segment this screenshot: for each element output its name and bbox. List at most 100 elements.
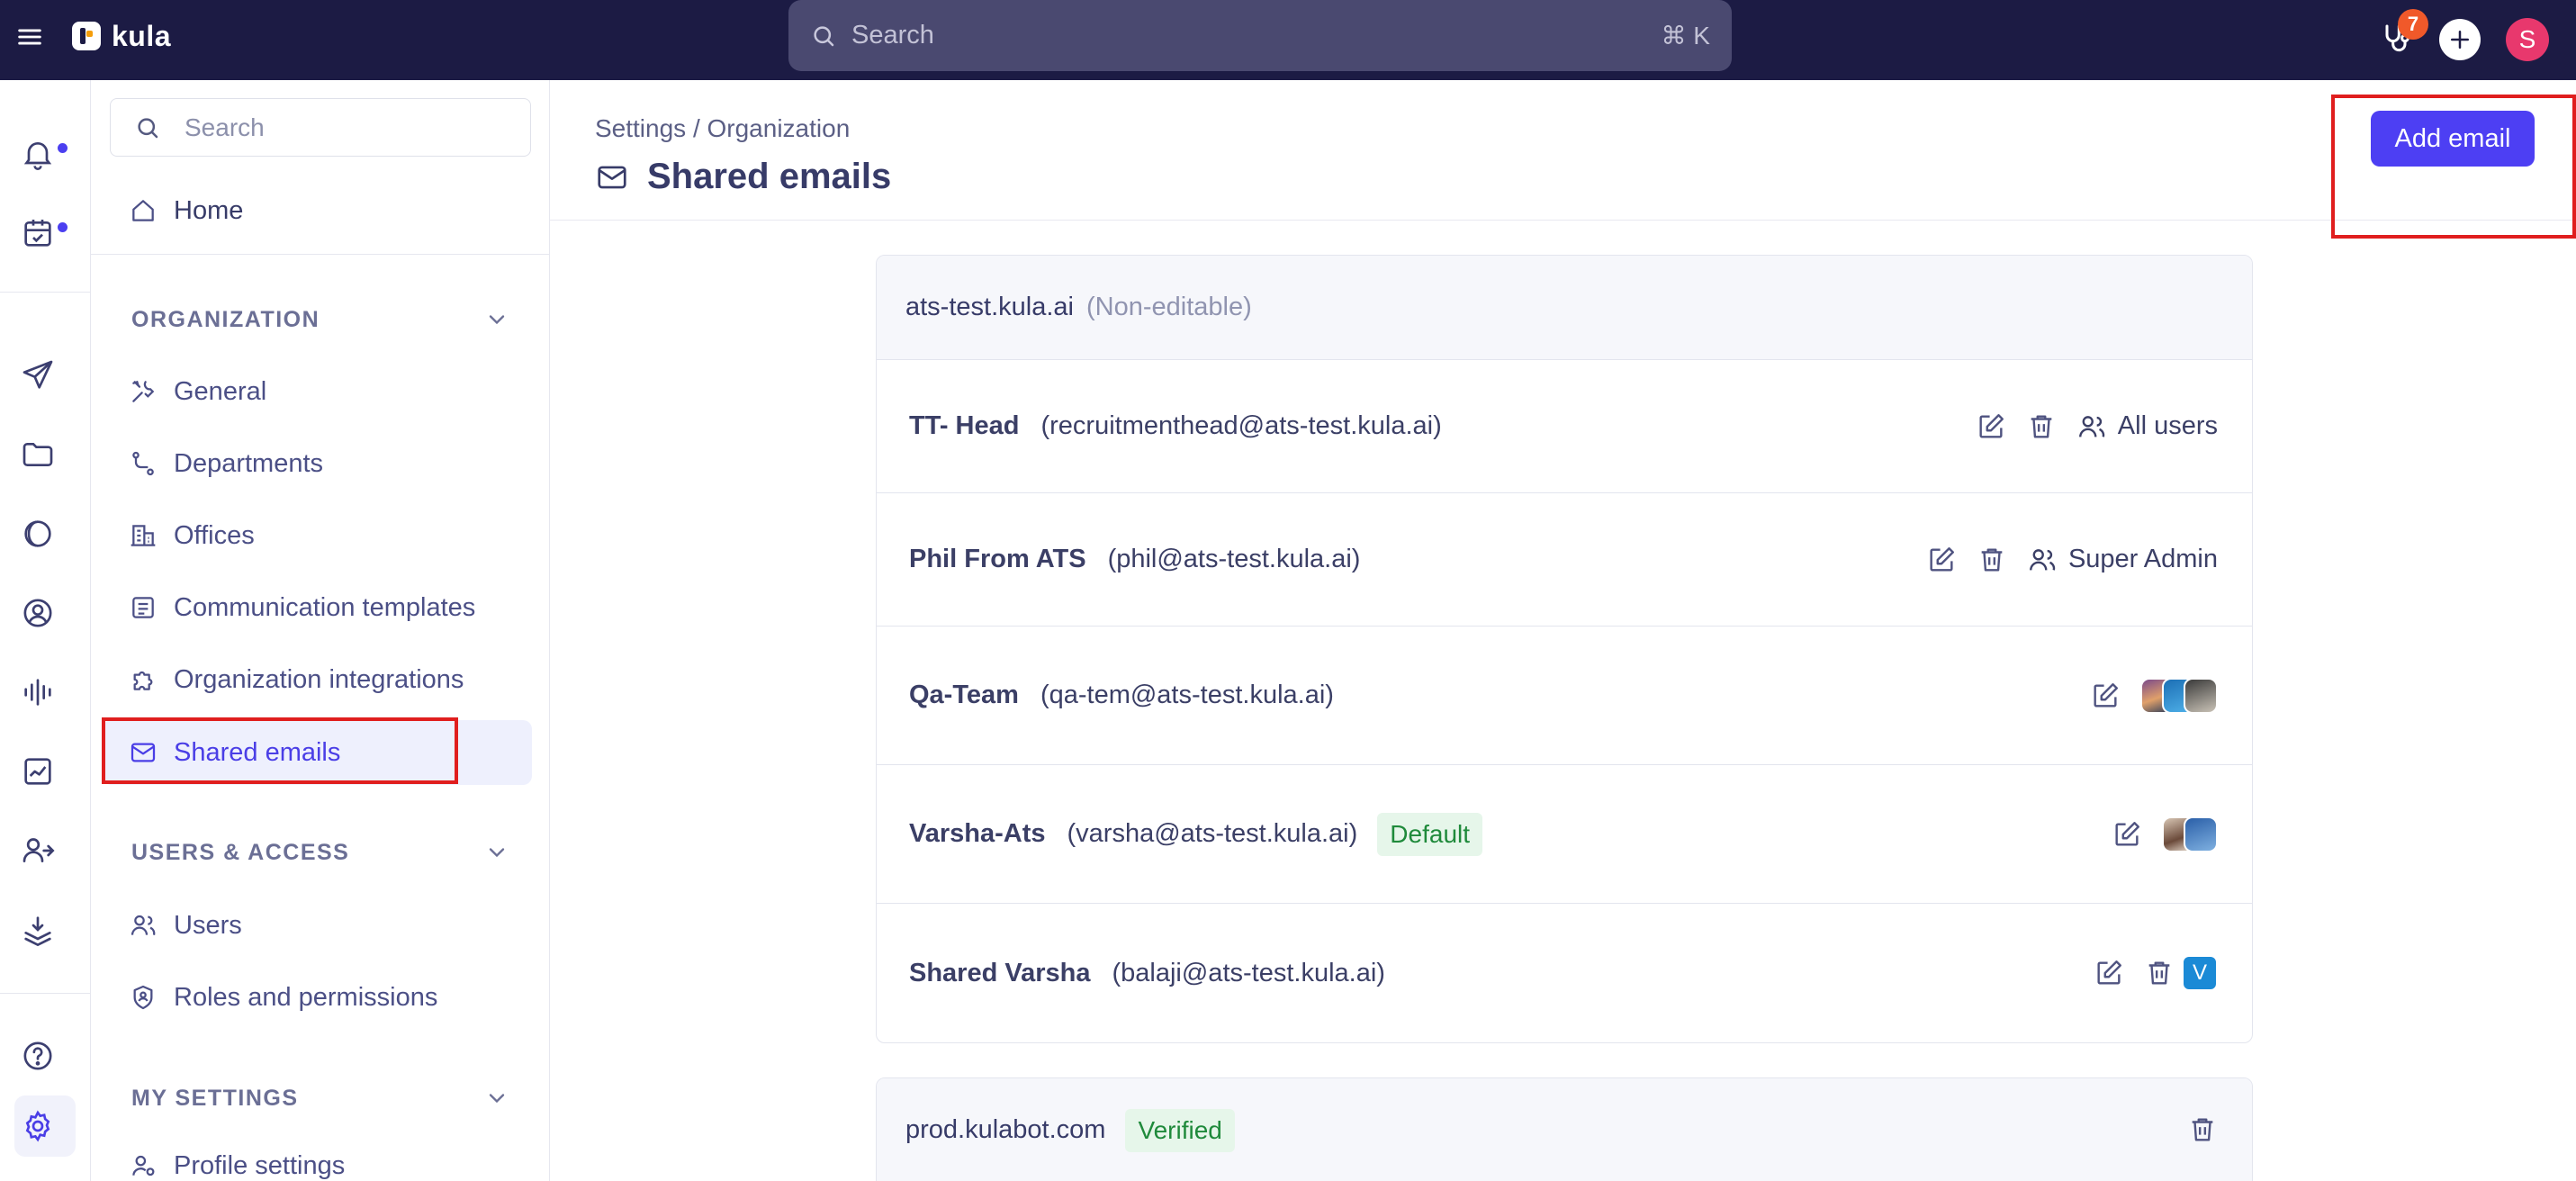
settings-sidebar: Search Home ORGANIZATION General Departm…	[91, 80, 550, 1181]
email-address: (qa-tem@ats-test.kula.ai)	[1040, 681, 1334, 709]
sidebar-item-home[interactable]: Home	[129, 179, 243, 242]
rail-divider	[0, 993, 91, 994]
sidebar-search-input[interactable]: Search	[110, 98, 531, 157]
topbar-actions: 7 S	[2378, 9, 2549, 65]
user-circle-icon[interactable]	[20, 595, 56, 631]
email-address: (recruitmenthead@ats-test.kula.ai)	[1040, 411, 1442, 440]
audio-wave-icon[interactable]	[20, 674, 56, 710]
sidebar-item-label: Profile settings	[174, 1150, 346, 1180]
send-icon[interactable]	[20, 357, 56, 393]
sidebar-item-roles-permissions[interactable]: Roles and permissions	[129, 966, 437, 1029]
help-icon[interactable]	[20, 1038, 56, 1074]
search-shortcut: ⌘ K	[1661, 22, 1710, 50]
section-title: ORGANIZATION	[131, 306, 320, 332]
breadcrumb[interactable]: Settings / Organization	[595, 114, 850, 143]
email-row: Varsha-Ats (varsha@ats-test.kula.ai) Def…	[877, 765, 2252, 904]
sidebar-item-general[interactable]: General	[129, 360, 266, 423]
sidebar-item-users[interactable]: Users	[129, 894, 242, 957]
bell-icon[interactable]	[20, 136, 56, 172]
avatar[interactable]: V	[2182, 955, 2218, 991]
sidebar-item-label: Organization integrations	[174, 664, 464, 694]
section-organization[interactable]: ORGANIZATION	[131, 302, 509, 338]
edit-icon[interactable]	[1926, 545, 1957, 575]
users-icon	[129, 911, 158, 940]
folder-icon[interactable]	[20, 437, 56, 473]
calendar-check-icon[interactable]	[20, 215, 56, 251]
user-avatar-stack[interactable]	[2162, 816, 2218, 852]
page-title: Shared emails	[595, 157, 891, 197]
half-moon-icon[interactable]	[20, 516, 56, 552]
trash-icon[interactable]	[1977, 545, 2007, 575]
trash-icon[interactable]	[2144, 958, 2175, 988]
sidebar-item-offices[interactable]: Offices	[129, 504, 255, 567]
page-title-text: Shared emails	[647, 157, 892, 196]
email-row: TT- Head (recruitmenthead@ats-test.kula.…	[877, 360, 2252, 493]
page-header: Settings / Organization Shared emails	[550, 80, 2576, 221]
tools-icon	[129, 377, 158, 406]
section-title: MY SETTINGS	[131, 1085, 299, 1111]
stethoscope-icon[interactable]: 7	[2378, 9, 2428, 58]
gear-icon[interactable]	[20, 1108, 56, 1144]
section-title: USERS & ACCESS	[131, 839, 350, 865]
plus-icon	[2451, 31, 2469, 49]
users-arrow-icon[interactable]	[20, 833, 56, 869]
mail-icon	[595, 160, 629, 194]
section-my-settings[interactable]: MY SETTINGS	[131, 1080, 509, 1116]
user-gear-icon	[129, 1151, 158, 1180]
email-name: Phil From ATS	[909, 545, 1086, 573]
row-actions: V	[2094, 904, 2218, 1042]
global-search-input[interactable]: Search ⌘ K	[788, 0, 1732, 71]
template-icon	[129, 593, 158, 622]
top-bar: kula Search ⌘ K 7 S	[0, 0, 2576, 80]
user-avatar-stack[interactable]	[2140, 677, 2218, 714]
building-icon	[129, 521, 158, 550]
create-plus-button[interactable]	[2439, 19, 2481, 60]
access-text: Super Admin	[2067, 545, 2218, 573]
calendar-unread-dot	[58, 222, 68, 232]
bell-unread-dot	[58, 143, 68, 153]
onboarding-icon[interactable]	[20, 912, 56, 948]
email-group-card: ats-test.kula.ai (Non-editable) TT- Head…	[876, 255, 2253, 1043]
edit-icon[interactable]	[2112, 819, 2142, 850]
rail-divider	[0, 292, 91, 293]
user-avatar[interactable]: S	[2506, 18, 2549, 61]
email-group-header: prod.kulabot.com Verified	[877, 1078, 2252, 1181]
avatar	[2184, 816, 2218, 852]
trash-icon[interactable]	[2187, 1114, 2218, 1145]
trash-icon[interactable]	[2026, 411, 2057, 442]
email-row: Phil From ATS (phil@ats-test.kula.ai) Su…	[877, 493, 2252, 627]
analytics-chart-icon[interactable]	[20, 753, 56, 789]
shield-user-icon	[129, 983, 158, 1012]
hamburger-menu-icon[interactable]	[14, 22, 45, 52]
sidebar-item-label: Offices	[174, 520, 255, 550]
sidebar-item-label: Communication templates	[174, 592, 476, 622]
search-icon	[810, 23, 837, 50]
row-actions: Super Admin	[1926, 493, 2218, 626]
email-group-header: ats-test.kula.ai (Non-editable)	[877, 256, 2252, 360]
row-actions	[2112, 765, 2218, 903]
email-name: Shared Varsha	[909, 958, 1091, 987]
section-users-access[interactable]: USERS & ACCESS	[131, 834, 509, 870]
edit-icon[interactable]	[2090, 681, 2121, 711]
sidebar-search-placeholder: Search	[185, 113, 265, 141]
verified-badge: Verified	[1125, 1108, 1235, 1152]
notification-count-badge: 7	[2398, 9, 2428, 40]
email-row: Shared Varsha (balaji@ats-test.kula.ai) …	[877, 904, 2252, 1042]
sidebar-item-label: General	[174, 376, 267, 406]
edit-icon[interactable]	[2094, 958, 2124, 988]
domain-name: prod.kulabot.com	[905, 1115, 1106, 1144]
edit-icon[interactable]	[1976, 411, 2006, 442]
branch-icon	[129, 449, 158, 478]
sidebar-item-organization-integrations[interactable]: Organization integrations	[129, 648, 464, 711]
email-name: Qa-Team	[909, 681, 1019, 709]
brand-logo[interactable]: kula	[72, 18, 171, 54]
domain-name: ats-test.kula.ai	[905, 293, 1074, 321]
sidebar-item-label: Users	[174, 910, 242, 940]
chevron-down-icon	[484, 1086, 509, 1111]
sidebar-item-profile-settings[interactable]: Profile settings	[129, 1134, 345, 1181]
sidebar-item-communication-templates[interactable]: Communication templates	[129, 576, 475, 639]
sidebar-item-departments[interactable]: Departments	[129, 432, 323, 495]
non-editable-note: (Non-editable)	[1085, 293, 1252, 321]
email-address: (varsha@ats-test.kula.ai)	[1067, 819, 1358, 848]
brand-name: kula	[112, 19, 172, 52]
